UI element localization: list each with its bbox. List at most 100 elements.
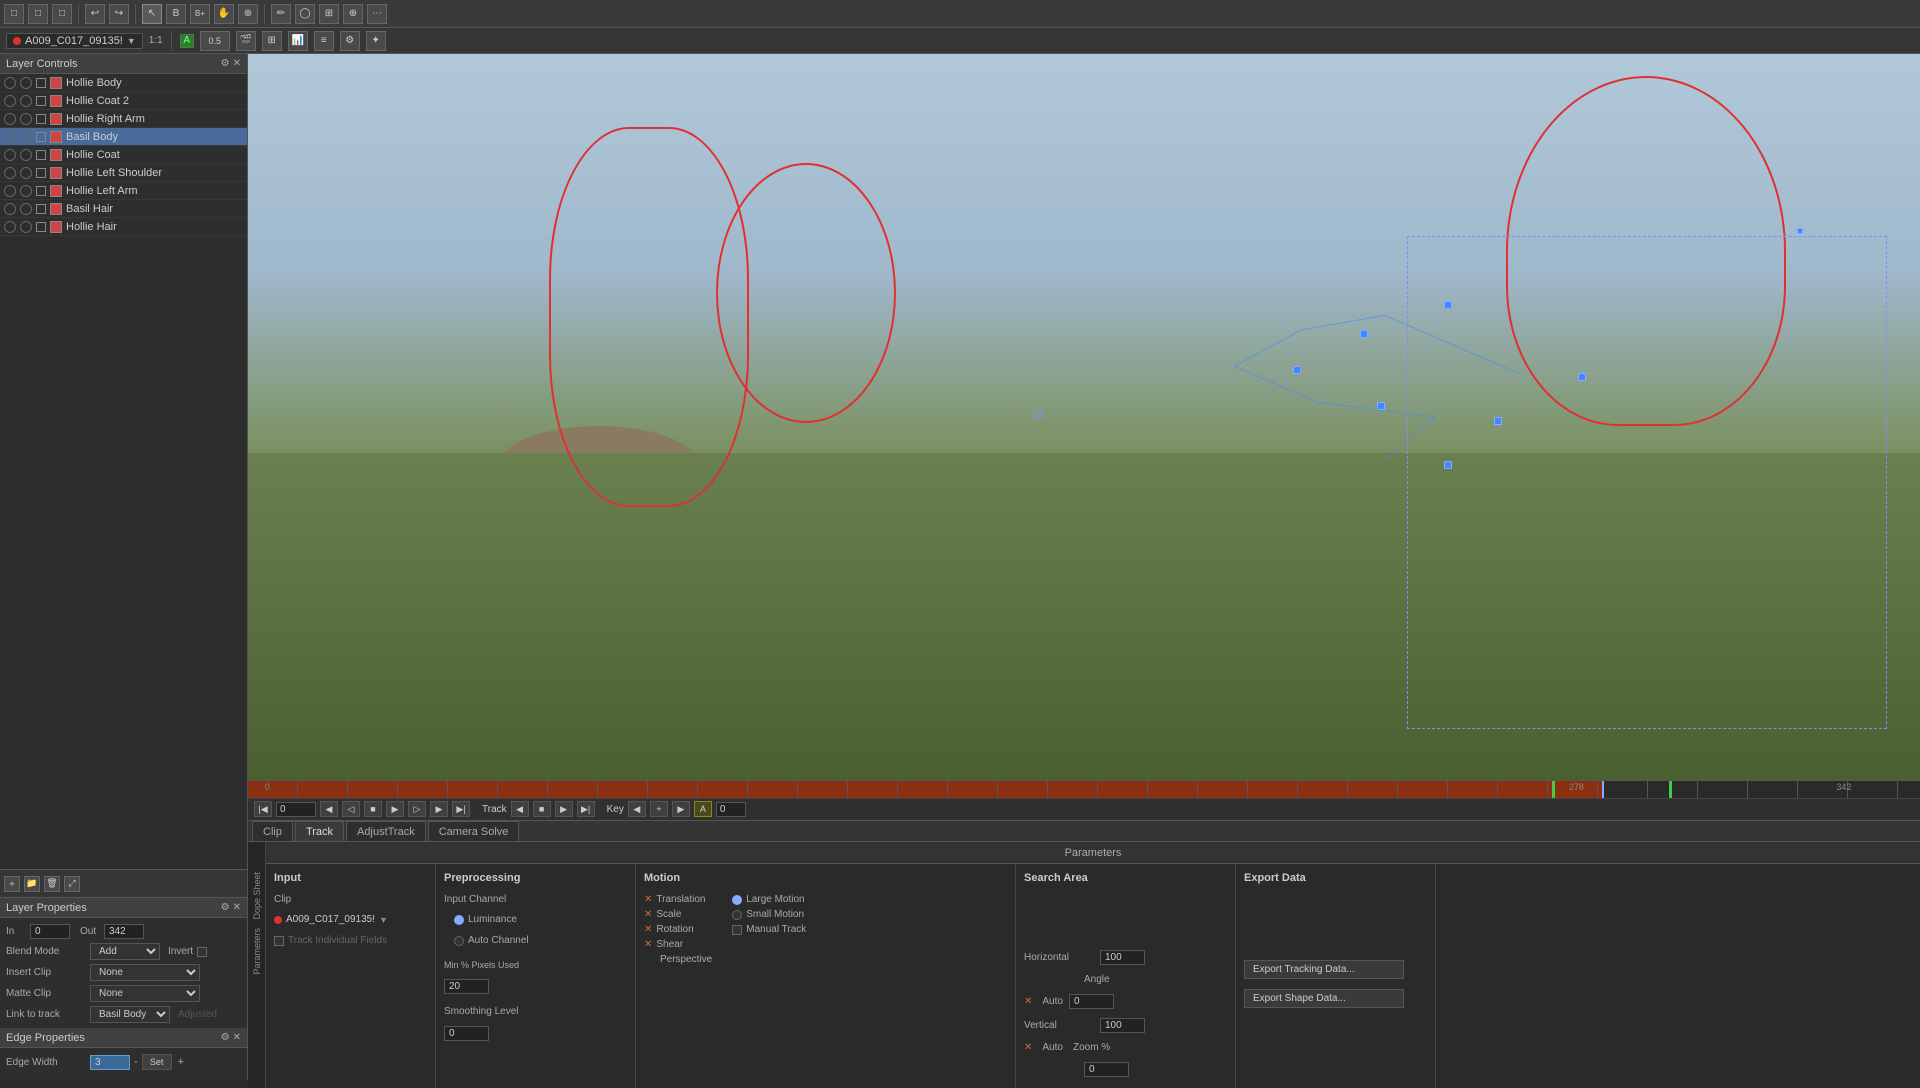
export-tracking-button[interactable]: Export Tracking Data... bbox=[1244, 960, 1404, 979]
layer-props-gear[interactable]: ⚙ bbox=[221, 902, 230, 913]
edge-props-close[interactable]: ✕ bbox=[233, 1032, 241, 1043]
layer-item[interactable]: Hollie Hair bbox=[0, 218, 247, 236]
toolbar-select[interactable]: ↖ bbox=[142, 4, 162, 24]
toolbar-open[interactable]: □ bbox=[28, 4, 48, 24]
edge-width-input[interactable] bbox=[90, 1055, 130, 1070]
layer-props-close[interactable]: ✕ bbox=[233, 902, 241, 913]
layer-vis-2[interactable] bbox=[20, 185, 32, 197]
toolbar-rect[interactable]: ⊞ bbox=[319, 4, 339, 24]
toolbar-draw[interactable]: ✏ bbox=[271, 4, 291, 24]
tb-layers[interactable]: ≡ bbox=[314, 31, 334, 51]
luminance-radio[interactable] bbox=[454, 915, 464, 925]
layer-delete[interactable]: 🗑 bbox=[44, 876, 60, 892]
layer-vis-2[interactable] bbox=[20, 221, 32, 233]
min-pixels-input[interactable] bbox=[444, 979, 489, 994]
layer-vis-2[interactable] bbox=[20, 149, 32, 161]
toolbar-redo[interactable]: ↪ bbox=[109, 4, 129, 24]
track-back-btn[interactable]: ◀ bbox=[511, 801, 529, 817]
tb-settings[interactable]: ⚙ bbox=[340, 31, 360, 51]
viewport[interactable] bbox=[248, 54, 1920, 780]
layer-add[interactable]: + bbox=[4, 876, 20, 892]
layer-expand[interactable]: ⤢ bbox=[64, 876, 80, 892]
toolbar-undo[interactable]: ↩ bbox=[85, 4, 105, 24]
layer-vis-1[interactable] bbox=[4, 221, 16, 233]
layer-vis-1[interactable] bbox=[4, 149, 16, 161]
auto-channel-radio[interactable] bbox=[454, 936, 464, 946]
tab-track[interactable]: Track bbox=[295, 821, 344, 841]
insert-clip-select[interactable]: None bbox=[90, 964, 200, 981]
tb-film[interactable]: 🎬 bbox=[236, 31, 256, 51]
layer-vis-1[interactable] bbox=[4, 95, 16, 107]
blend-mode-select[interactable]: Add bbox=[90, 943, 160, 960]
zoom-input[interactable] bbox=[1084, 1062, 1129, 1077]
vertical-input[interactable] bbox=[1100, 1018, 1145, 1033]
angle-input[interactable] bbox=[1069, 994, 1114, 1009]
manual-track-checkbox[interactable] bbox=[732, 925, 742, 935]
large-motion-radio[interactable] bbox=[732, 895, 742, 905]
layer-vis-1[interactable] bbox=[4, 185, 16, 197]
layer-vis-2[interactable] bbox=[20, 77, 32, 89]
layer-item-selected[interactable]: Basil Body bbox=[0, 128, 247, 146]
go-start-btn[interactable]: |◀ bbox=[254, 801, 272, 817]
edge-width-minus[interactable]: - bbox=[134, 1056, 138, 1068]
toolbar-transform[interactable]: ⋯ bbox=[367, 4, 387, 24]
layer-vis-2[interactable] bbox=[20, 113, 32, 125]
track-fwd-btn[interactable]: ▶ bbox=[555, 801, 573, 817]
go-end-btn[interactable]: ▶| bbox=[452, 801, 470, 817]
invert-checkbox[interactable] bbox=[197, 947, 207, 957]
track-end-btn[interactable]: ▶| bbox=[577, 801, 595, 817]
toolbar-circle[interactable]: ◯ bbox=[295, 4, 315, 24]
step-back-btn[interactable]: ◀ bbox=[320, 801, 338, 817]
toolbar-zoom-tool[interactable]: ⊕ bbox=[238, 4, 258, 24]
toolbar-b2[interactable]: B+ bbox=[190, 4, 210, 24]
tab-adjust-track[interactable]: AdjustTrack bbox=[346, 821, 426, 841]
play-fwd-btn[interactable]: ▷ bbox=[408, 801, 426, 817]
layer-item[interactable]: Hollie Left Arm bbox=[0, 182, 247, 200]
layer-vis-2[interactable] bbox=[20, 95, 32, 107]
panel-icon-close[interactable]: ✕ bbox=[233, 58, 241, 69]
clip-dropdown-arrow[interactable]: ▼ bbox=[379, 915, 388, 925]
play-btn[interactable]: ▶ bbox=[386, 801, 404, 817]
frame-start-input[interactable]: 0 bbox=[276, 802, 316, 817]
key-a-btn[interactable]: A bbox=[694, 801, 712, 817]
layer-vis-2[interactable] bbox=[20, 131, 32, 143]
tb-star[interactable]: ✦ bbox=[366, 31, 386, 51]
layer-vis-2[interactable] bbox=[20, 167, 32, 179]
layer-item[interactable]: Hollie Left Shoulder bbox=[0, 164, 247, 182]
layer-vis-1[interactable] bbox=[4, 167, 16, 179]
layer-vis-1[interactable] bbox=[4, 203, 16, 215]
key-next-btn[interactable]: ▶ bbox=[672, 801, 690, 817]
horizontal-input[interactable] bbox=[1100, 950, 1145, 965]
edge-set-plus[interactable]: + bbox=[178, 1056, 184, 1068]
timeline-ruler[interactable]: 0 278 342 bbox=[248, 781, 1920, 799]
layer-item[interactable]: Basil Hair bbox=[0, 200, 247, 218]
layer-item[interactable]: Hollie Coat bbox=[0, 146, 247, 164]
in-value[interactable] bbox=[30, 924, 70, 939]
track-stop-btn[interactable]: ■ bbox=[533, 801, 551, 817]
edge-set-button[interactable]: Set bbox=[142, 1054, 172, 1070]
toolbar-save[interactable]: □ bbox=[52, 4, 72, 24]
layer-vis-2[interactable] bbox=[20, 203, 32, 215]
toolbar-move[interactable]: ⊕ bbox=[343, 4, 363, 24]
tb-grid[interactable]: ⊞ bbox=[262, 31, 282, 51]
layer-item[interactable]: Hollie Right Arm bbox=[0, 110, 247, 128]
out-value[interactable] bbox=[104, 924, 144, 939]
toolbar-pan[interactable]: ✋ bbox=[214, 4, 234, 24]
link-track-select[interactable]: Basil Body bbox=[90, 1006, 170, 1023]
tab-clip[interactable]: Clip bbox=[252, 821, 293, 841]
matte-clip-select[interactable]: None bbox=[90, 985, 200, 1002]
tb-graph[interactable]: 📊 bbox=[288, 31, 308, 51]
play-back-btn[interactable]: ◁ bbox=[342, 801, 360, 817]
key-add-btn[interactable]: + bbox=[650, 801, 668, 817]
key-prev-btn[interactable]: ◀ bbox=[628, 801, 646, 817]
layer-vis-1[interactable] bbox=[4, 131, 16, 143]
edge-props-gear[interactable]: ⚙ bbox=[221, 1032, 230, 1043]
layer-item[interactable]: Hollie Coat 2 bbox=[0, 92, 247, 110]
clip-dropdown-icon[interactable]: ▼ bbox=[127, 36, 136, 46]
track-individual-checkbox[interactable] bbox=[274, 936, 284, 946]
layer-vis-1[interactable] bbox=[4, 77, 16, 89]
toolbar-b1[interactable]: B bbox=[166, 4, 186, 24]
opacity-display[interactable]: 0.5 bbox=[200, 31, 230, 51]
panel-icon-gear[interactable]: ⚙ bbox=[221, 58, 230, 69]
export-shape-button[interactable]: Export Shape Data... bbox=[1244, 989, 1404, 1008]
